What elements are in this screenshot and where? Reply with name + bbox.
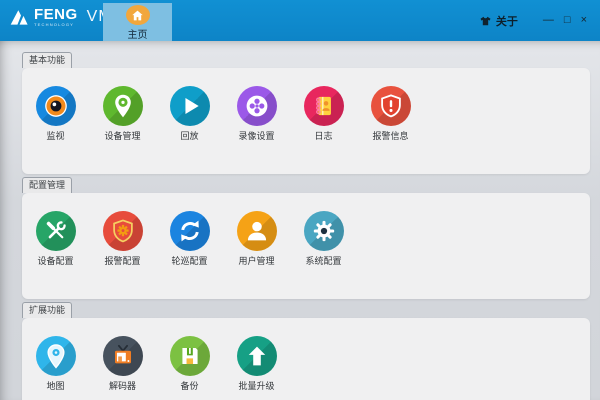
home-icon (126, 5, 150, 25)
feature-tv[interactable]: 解码器 (89, 336, 156, 392)
feature-film-reel[interactable]: 录像设置 (223, 86, 290, 142)
logbook-icon (311, 93, 337, 119)
feature-label: 监视 (46, 129, 64, 142)
brand-name: FENG (34, 8, 78, 22)
tab-home[interactable]: 主页 (103, 3, 172, 41)
function-section: 扩展功能 地图 解码器 备份 批量升级 (22, 300, 590, 400)
feature-gear[interactable]: 系统配置 (290, 211, 357, 267)
section-label: 基本功能 (22, 52, 72, 68)
feature-logbook[interactable]: 日志 (290, 86, 357, 142)
sync-icon (177, 218, 203, 244)
feature-label: 解码器 (109, 379, 136, 392)
feature-label: 报警信息 (372, 129, 408, 142)
titlebar: FENG TECHNOLOGY VMS 主页 关于 — □ × (0, 0, 600, 41)
user-icon (244, 218, 270, 244)
play-icon (177, 93, 203, 119)
feature-label: 设备管理 (104, 129, 140, 142)
feature-camera-lens[interactable]: 监视 (22, 86, 89, 142)
maximize-button[interactable]: □ (559, 0, 576, 41)
feng-logo-icon (9, 7, 31, 27)
feature-floppy[interactable]: 备份 (156, 336, 223, 392)
feature-label: 日志 (314, 129, 332, 142)
camera-lens-icon (43, 93, 69, 119)
feature-alert-shield[interactable]: 报警信息 (357, 86, 424, 142)
feature-tools[interactable]: 设备配置 (22, 211, 89, 267)
feature-label: 轮巡配置 (171, 254, 207, 267)
close-button[interactable]: × (576, 0, 592, 41)
minimize-button[interactable]: — (538, 0, 559, 41)
section-label: 扩展功能 (22, 302, 72, 318)
feature-user[interactable]: 用户管理 (223, 211, 290, 267)
tshirt-icon (479, 15, 496, 27)
shield-gear-icon (110, 218, 136, 244)
feature-label: 报警配置 (104, 254, 140, 267)
feature-play[interactable]: 回放 (156, 86, 223, 142)
map-pin-icon (43, 343, 69, 369)
function-section: 基本功能 监视 设备管理 回放 录像设置 日志 报警信息 (22, 50, 590, 174)
content-area: 基本功能 监视 设备管理 回放 录像设置 日志 报警信息 配置管理 设 (0, 41, 600, 400)
section-panel: 监视 设备管理 回放 录像设置 日志 报警信息 (22, 68, 590, 174)
gear-icon (311, 218, 337, 244)
feature-shield-gear[interactable]: 报警配置 (89, 211, 156, 267)
about-button[interactable]: 关于 (479, 13, 518, 29)
alert-shield-icon (378, 93, 404, 119)
brand-subtitle: TECHNOLOGY (34, 22, 78, 27)
section-panel: 地图 解码器 备份 批量升级 (22, 318, 590, 400)
feature-label: 备份 (180, 379, 198, 392)
upload-arrow-icon (244, 343, 270, 369)
feature-label: 录像设置 (238, 129, 274, 142)
feature-label: 回放 (180, 129, 198, 142)
feature-upload-arrow[interactable]: 批量升级 (223, 336, 290, 392)
about-label: 关于 (496, 13, 518, 29)
section-panel: 设备配置 报警配置 轮巡配置 用户管理 系统配置 (22, 193, 590, 299)
feature-label: 用户管理 (238, 254, 274, 267)
tools-icon (43, 218, 69, 244)
feature-label: 批量升级 (238, 379, 274, 392)
function-section: 配置管理 设备配置 报警配置 轮巡配置 用户管理 系统配置 (22, 175, 590, 299)
film-reel-icon (244, 93, 270, 119)
feature-label: 系统配置 (305, 254, 341, 267)
tab-home-label: 主页 (128, 26, 148, 41)
feature-label: 地图 (46, 379, 64, 392)
section-label: 配置管理 (22, 177, 72, 193)
device-pin-icon (110, 93, 136, 119)
feature-device-pin[interactable]: 设备管理 (89, 86, 156, 142)
feature-label: 设备配置 (37, 254, 73, 267)
floppy-icon (177, 343, 203, 369)
vms-window: FENG TECHNOLOGY VMS 主页 关于 — □ × (0, 0, 600, 400)
feature-sync[interactable]: 轮巡配置 (156, 211, 223, 267)
tv-icon (110, 343, 136, 369)
feature-map-pin[interactable]: 地图 (22, 336, 89, 392)
